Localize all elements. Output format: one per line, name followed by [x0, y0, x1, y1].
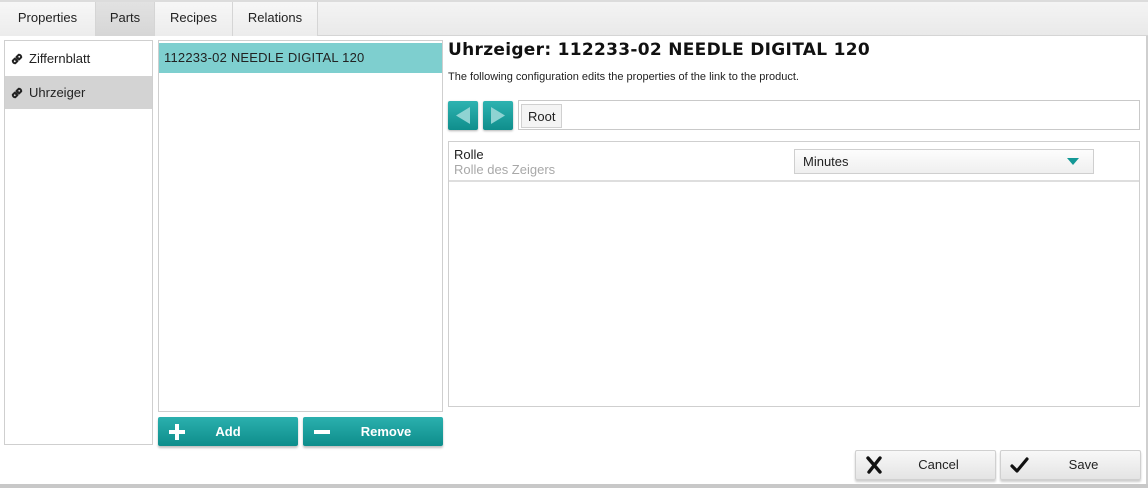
link-icon	[11, 53, 23, 65]
add-button[interactable]: Add	[158, 417, 298, 446]
arrow-left-icon	[456, 107, 470, 124]
property-name: Rolle	[454, 147, 484, 162]
property-row-rolle: Rolle Rolle des Zeigers Minutes	[449, 142, 1139, 182]
cancel-button[interactable]: Cancel	[855, 450, 996, 480]
tab-relations[interactable]: Relations	[233, 2, 318, 36]
rolle-select-value: Minutes	[803, 154, 849, 169]
link-item-uhrzeiger[interactable]: Uhrzeiger	[5, 76, 152, 109]
tab-recipes[interactable]: Recipes	[155, 2, 233, 36]
link-item-ziffernblatt[interactable]: Ziffernblatt	[5, 42, 152, 75]
link-item-label: Ziffernblatt	[29, 51, 91, 66]
save-button-label: Save	[1068, 457, 1099, 472]
window-border-bottom	[0, 484, 1148, 488]
tab-properties[interactable]: Properties	[0, 2, 96, 36]
cancel-button-label: Cancel	[918, 457, 959, 472]
arrow-right-icon	[491, 107, 505, 124]
property-description: Rolle des Zeigers	[454, 162, 556, 177]
breadcrumb-item-root[interactable]: Root	[521, 104, 563, 128]
save-button[interactable]: Save	[1000, 450, 1141, 480]
link-list: Ziffernblatt Uhrzeiger	[4, 40, 153, 445]
chevron-down-icon	[1067, 158, 1079, 165]
rolle-select[interactable]: Minutes	[794, 149, 1094, 174]
link-item-label: Uhrzeiger	[29, 85, 86, 100]
breadcrumb: Root	[518, 100, 1140, 130]
property-grid: Rolle Rolle des Zeigers Minutes	[448, 141, 1140, 407]
detail-title: Uhrzeiger: 112233-02 NEEDLE DIGITAL 120	[448, 40, 870, 60]
remove-button-label: Remove	[360, 424, 412, 439]
link-icon	[11, 87, 23, 99]
forward-button[interactable]	[483, 101, 513, 130]
remove-button[interactable]: Remove	[303, 417, 443, 446]
back-button[interactable]	[448, 101, 478, 130]
close-icon	[866, 456, 882, 474]
add-button-label: Add	[215, 424, 241, 439]
tab-parts[interactable]: Parts	[96, 2, 155, 36]
tab-bar: Properties Parts Recipes Relations	[0, 0, 1148, 36]
detail-subtitle: The following configuration edits the pr…	[448, 71, 799, 83]
parts-list: 112233-02 NEEDLE DIGITAL 120	[158, 40, 443, 412]
part-row[interactable]: 112233-02 NEEDLE DIGITAL 120	[159, 43, 442, 73]
